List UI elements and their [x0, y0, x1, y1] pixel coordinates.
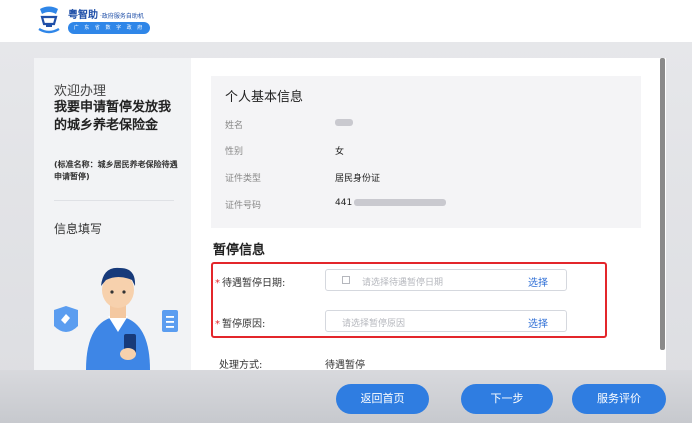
processing-value: 待遇暂停 — [325, 360, 365, 370]
yuezhizhu-logo-icon — [38, 6, 60, 34]
id-number-value: 441 — [335, 198, 447, 208]
next-button[interactable]: 下一步 — [461, 384, 553, 414]
pause-date-label: * 待遇暂停日期: — [215, 274, 285, 289]
processing-label: 处理方式: — [219, 360, 263, 370]
pause-reason-placeholder: 请选择暂停原因 — [342, 319, 406, 329]
pause-date-select-button[interactable]: 选择 — [528, 274, 548, 289]
pause-info-title: 暂停信息 — [213, 243, 266, 258]
pause-date-field[interactable]: 请选择待遇暂停日期 选择 — [325, 269, 567, 291]
pause-reason-label: * 暂停原因: — [215, 315, 265, 330]
standard-name: (标准名称：城乡居民养老保险待遇申请暂停) — [54, 160, 178, 181]
basic-info-panel: 个人基本信息 姓名 性别 女 证件类型 居民身份证 证件号码 441 — [211, 76, 641, 228]
pause-date-label-text: 待遇暂停日期: — [222, 278, 286, 289]
pause-reason-field[interactable]: 请选择暂停原因 选择 — [325, 310, 567, 332]
scrollbar[interactable] — [660, 58, 665, 350]
masked-id-number — [354, 199, 447, 206]
required-mark: * — [215, 278, 220, 289]
basic-info-title: 个人基本信息 — [225, 90, 304, 105]
sidebar-panel: 欢迎办理 我要申请暂停发放我的城乡养老保险金 (标准名称：城乡居民养老保险待遇申… — [34, 58, 191, 370]
name-value — [335, 118, 353, 128]
form-scroll-area[interactable]: 个人基本信息 姓名 性别 女 证件类型 居民身份证 证件号码 441 暂停信息 … — [191, 58, 657, 370]
gender-value: 女 — [335, 147, 345, 157]
required-mark: * — [215, 319, 220, 330]
gender-label: 性别 — [225, 147, 244, 157]
sidebar-divider — [54, 200, 174, 201]
home-button[interactable]: 返回首页 — [336, 384, 429, 414]
service-title: 我要申请暂停发放我的城乡养老保险金 — [54, 100, 172, 133]
id-type-value: 居民身份证 — [335, 174, 381, 184]
pause-date-placeholder: 请选择待遇暂停日期 — [362, 278, 444, 288]
service-rating-button[interactable]: 服务评价 — [572, 384, 666, 414]
brand-subtitle: ·政府服务自助机 — [100, 13, 144, 20]
app-header: 粤智助 ·政府服务自助机 广 东 省 数 字 政 府 — [0, 0, 692, 42]
id-number-prefix: 441 — [335, 198, 353, 208]
welcome-text: 欢迎办理 — [54, 84, 107, 99]
name-label: 姓名 — [225, 121, 244, 131]
masked-name — [335, 119, 353, 126]
brand-pill: 广 东 省 数 字 政 府 — [68, 22, 150, 34]
pause-reason-select-button[interactable]: 选择 — [528, 315, 548, 330]
brand-name: 粤智助 — [68, 10, 98, 21]
pause-reason-label-text: 暂停原因: — [222, 319, 266, 330]
current-step: 信息填写 — [54, 222, 103, 236]
id-number-label: 证件号码 — [225, 201, 262, 211]
brand-title: 粤智助 ·政府服务自助机 — [68, 6, 144, 21]
id-type-label: 证件类型 — [225, 174, 262, 184]
person-with-phone-illustration — [54, 267, 178, 370]
calendar-icon — [342, 276, 350, 284]
